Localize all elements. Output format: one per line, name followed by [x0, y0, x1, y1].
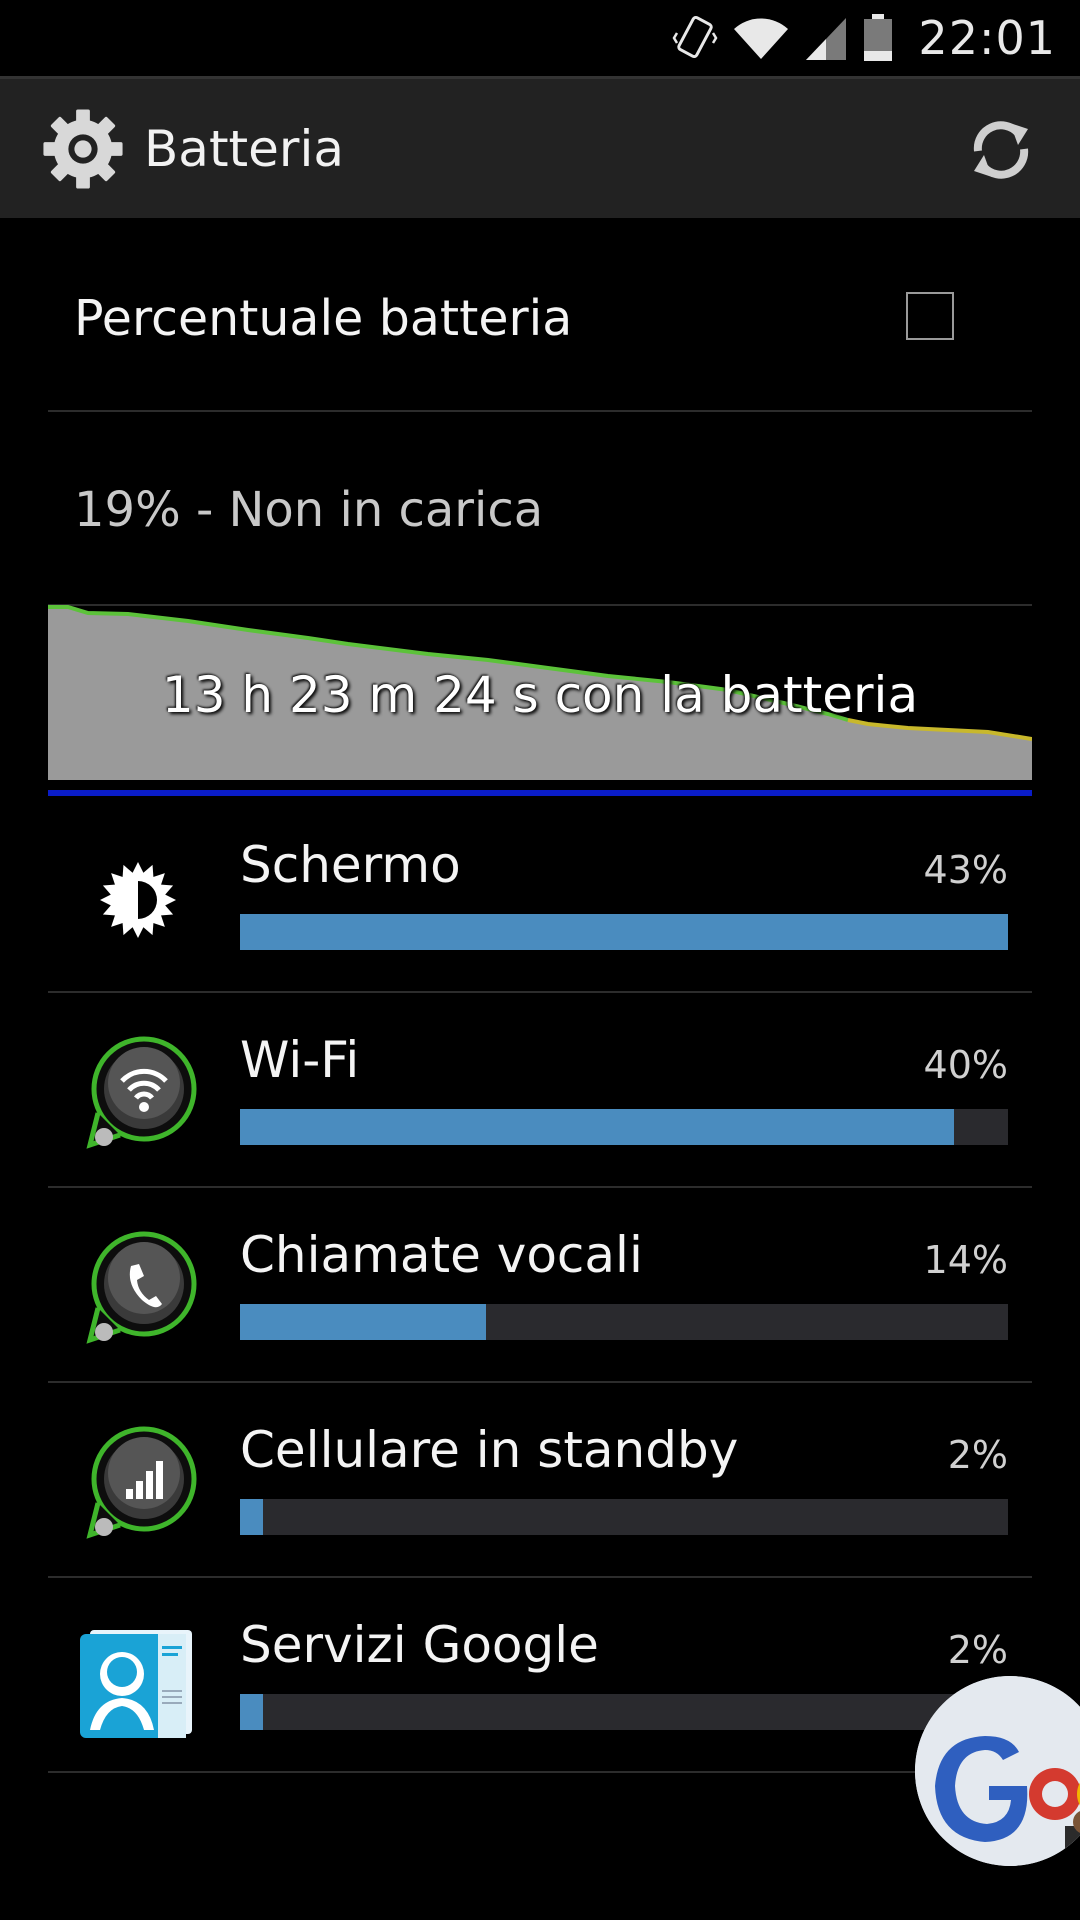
usage-bar-fill	[240, 1499, 264, 1535]
settings-gear-icon[interactable]	[40, 106, 126, 192]
wifi-icon	[734, 18, 789, 59]
battery-history-graph[interactable]: 13 h 23 m 24 s con la batteria	[48, 604, 1033, 800]
usage-name: Wi-Fi	[240, 1031, 360, 1089]
battery-graph-caption: 13 h 23 m 24 s con la batteria	[161, 666, 919, 724]
usage-percent: 14%	[923, 1238, 1008, 1282]
usage-percent: 2%	[947, 1628, 1008, 1672]
battery-status-row: 19% - Non in carica	[48, 412, 1032, 606]
usage-name: Servizi Google	[240, 1616, 599, 1674]
usage-name: Schermo	[240, 836, 461, 894]
battery-icon	[864, 14, 893, 61]
status-clock: 22:01	[918, 11, 1056, 65]
battery-percentage-label: Percentuale batteria	[74, 290, 573, 347]
usage-item-cellulare-standby[interactable]: Cellulare in standby 2%	[48, 1385, 1032, 1578]
usage-name: Cellulare in standby	[240, 1421, 739, 1479]
page-title: Batteria	[144, 119, 344, 178]
usage-name: Chiamate vocali	[240, 1226, 643, 1284]
usage-bar-fill	[240, 1694, 264, 1730]
battery-graph-baseline	[48, 790, 1032, 796]
contacts-app-icon	[80, 1630, 192, 1738]
usage-item-servizi-google[interactable]: Servizi Google 2%	[48, 1580, 1032, 1773]
battery-screen: 22:01 Batteria Percentuale batteria 19% …	[0, 0, 1080, 1920]
battery-status-text: 19% - Non in carica	[74, 482, 544, 538]
wifi-widget-icon	[86, 1036, 197, 1149]
phone-widget-icon	[86, 1231, 197, 1344]
battery-percentage-checkbox[interactable]	[906, 292, 954, 340]
status-bar: 22:01	[0, 0, 1080, 76]
usage-percent: 43%	[923, 848, 1008, 892]
usage-item-wifi[interactable]: Wi-Fi 40%	[48, 995, 1032, 1188]
usage-item-chiamate-vocali[interactable]: Chiamate vocali 14%	[48, 1190, 1032, 1383]
usage-bar-fill	[240, 914, 1008, 950]
cell-signal-widget-icon	[86, 1426, 197, 1539]
usage-percent: 40%	[923, 1043, 1008, 1087]
refresh-icon[interactable]	[966, 115, 1036, 185]
usage-bar-fill	[240, 1109, 955, 1145]
action-bar: Batteria	[0, 76, 1080, 218]
signal-icon	[806, 18, 847, 60]
usage-bar-track	[240, 914, 1008, 950]
brightness-icon	[100, 862, 176, 938]
battery-percentage-row[interactable]: Percentuale batteria	[48, 218, 1032, 412]
usage-bar-track	[240, 1304, 1008, 1340]
usage-bar-track	[240, 1694, 1008, 1730]
vibrate-icon	[672, 15, 718, 59]
usage-bar-fill	[240, 1304, 486, 1340]
usage-item-schermo[interactable]: Schermo 43%	[48, 800, 1032, 993]
usage-bar-track	[240, 1499, 1008, 1535]
usage-percent: 2%	[947, 1433, 1008, 1477]
usage-bar-track	[240, 1109, 1008, 1145]
